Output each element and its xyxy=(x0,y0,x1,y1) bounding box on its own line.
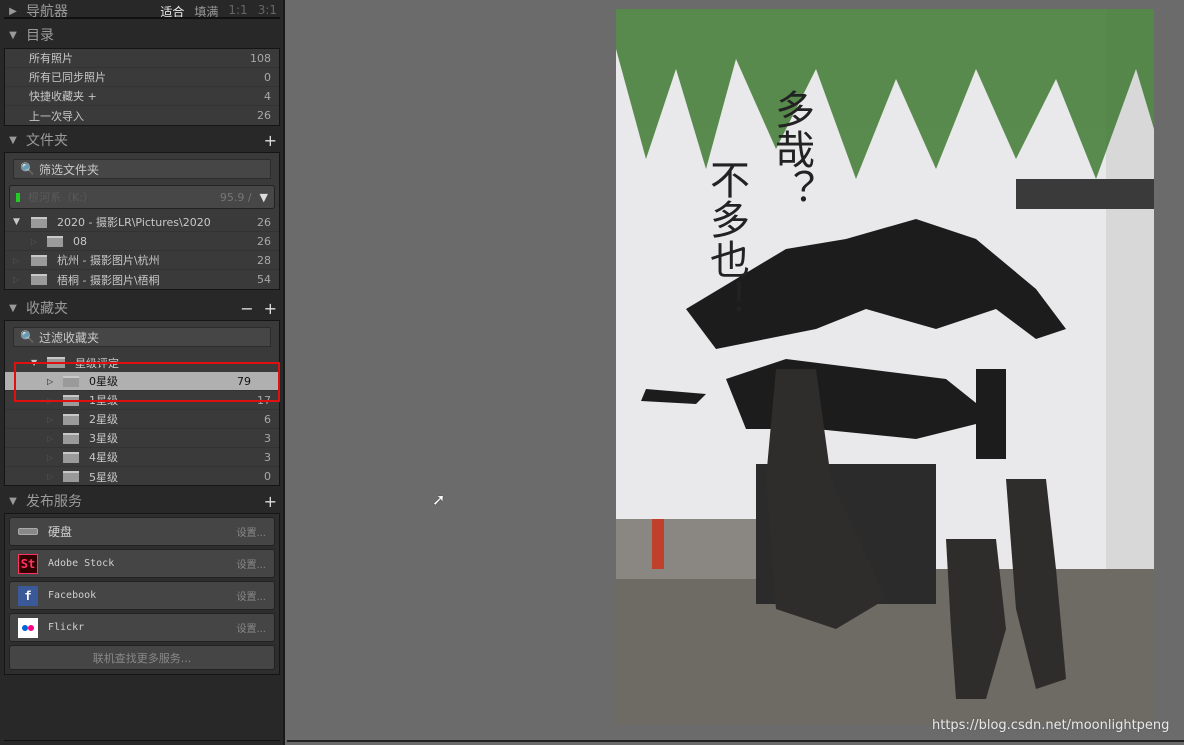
collapse-icon: ▼ xyxy=(9,495,17,507)
add-collection-icon[interactable]: + xyxy=(264,299,277,318)
folders-panel: 🔍 筛选文件夹 根河系（K:） 95.9 /▼ ▼ 2020 - 摄影LR\Pictu… xyxy=(4,152,280,290)
adobe-stock-icon: St xyxy=(18,553,38,574)
smart-collection-icon xyxy=(63,432,79,444)
search-icon: 🔍 xyxy=(20,162,35,176)
collapse-icon: ▼ xyxy=(9,29,17,41)
folder-icon xyxy=(47,235,63,247)
collections-header[interactable]: ▼ 收藏夹 − + xyxy=(0,297,285,319)
publish-panel: 硬盘 设置... St Adobe Stock 设置... f Facebook 设置..… xyxy=(4,513,280,675)
publish-flickr[interactable]: Flickr 设置... xyxy=(9,613,275,642)
mouse-cursor: ➚ xyxy=(432,490,446,509)
folder-item[interactable]: ▷ 杭州 - 摄影图片\杭州 28 xyxy=(5,251,279,270)
publish-adobe-stock[interactable]: St Adobe Stock 设置... xyxy=(9,549,275,578)
smart-collection-icon xyxy=(63,471,79,482)
volume-bar[interactable]: 根河系（K:） 95.9 /▼ xyxy=(9,185,275,209)
flickr-icon xyxy=(18,617,38,638)
publish-hard-drive[interactable]: 硬盘 设置... xyxy=(9,517,275,546)
facebook-icon: f xyxy=(18,585,38,606)
catalog-item[interactable]: 所有已同步照片 0 xyxy=(5,68,279,87)
catalog-item[interactable]: 所有照片 108 xyxy=(5,49,279,68)
folder-icon xyxy=(31,254,47,266)
catalog-header[interactable]: ▼ 目录 xyxy=(0,24,285,46)
find-more-services-button[interactable]: 联机查找更多服务... xyxy=(9,645,275,670)
wall-calligraphy-2: 多哉？ xyxy=(768,89,814,209)
folder-icon xyxy=(31,274,47,285)
publish-facebook[interactable]: f Facebook 设置... xyxy=(9,581,275,610)
catalog-item[interactable]: 上一次导入 26 xyxy=(5,106,279,125)
folder-item[interactable]: ▷ 08 26 xyxy=(5,232,279,251)
filter-collections-input[interactable]: 🔍 过滤收藏夹 xyxy=(13,327,271,347)
wall-calligraphy-1: 不多也！ xyxy=(703,159,749,319)
filter-folders-input[interactable]: 🔍 筛选文件夹 xyxy=(13,159,271,179)
collapse-icon: ▼ xyxy=(9,134,17,146)
hard-drive-icon xyxy=(18,522,38,542)
add-folder-icon[interactable]: + xyxy=(264,131,277,150)
folders-header[interactable]: ▼ 文件夹 + xyxy=(0,129,285,151)
highlight-box xyxy=(14,362,280,402)
expand-icon: ▶ xyxy=(9,5,17,17)
left-panel: ▶ 导航器 适合 填满 1:1 3:1 ▼ 目录 所有照片 108 所有已同步照片 0… xyxy=(0,0,285,745)
publish-header[interactable]: ▼ 发布服务 + xyxy=(0,490,285,512)
folder-item[interactable]: ▷ 梧桐 - 摄影图片\梧桐 54 xyxy=(5,270,279,289)
status-led xyxy=(16,192,20,202)
remove-collection-icon[interactable]: − xyxy=(240,299,253,318)
catalog-list: 所有照片 108 所有已同步照片 0 快捷收藏夹 +4 上一次导入 26 xyxy=(4,48,280,126)
collapse-icon: ▼ xyxy=(9,302,17,314)
search-icon: 🔍 xyxy=(20,330,35,344)
collection-item[interactable]: ▷ 4星级 3 xyxy=(5,448,279,467)
collection-item[interactable]: ▷ 3星级 3 xyxy=(5,429,279,448)
watermark: https://blog.csdn.net/moonlightpeng xyxy=(932,718,1170,733)
catalog-item[interactable]: 快捷收藏夹 +4 xyxy=(5,87,279,106)
photo-preview[interactable]: 不多也！ 多哉？ xyxy=(616,9,1154,725)
folder-icon xyxy=(31,216,47,228)
add-publish-icon[interactable]: + xyxy=(264,492,277,511)
smart-collection-icon xyxy=(63,413,79,425)
collections-panel: 🔍 过滤收藏夹 ▼ 星级评定 ▷ 0星级 79 ▷ 1星级 17 ▷ 2星级 6 ▷ 3星级 3 ▷… xyxy=(4,320,280,486)
collection-item[interactable]: ▷ 5星级 0 xyxy=(5,467,279,486)
folder-item[interactable]: ▼ 2020 - 摄影LR\Pictures\2020 26 xyxy=(5,213,279,232)
volume-menu-icon[interactable]: ▼ xyxy=(260,191,268,204)
collection-item[interactable]: ▷ 2星级 6 xyxy=(5,410,279,429)
smart-collection-icon xyxy=(63,451,79,463)
